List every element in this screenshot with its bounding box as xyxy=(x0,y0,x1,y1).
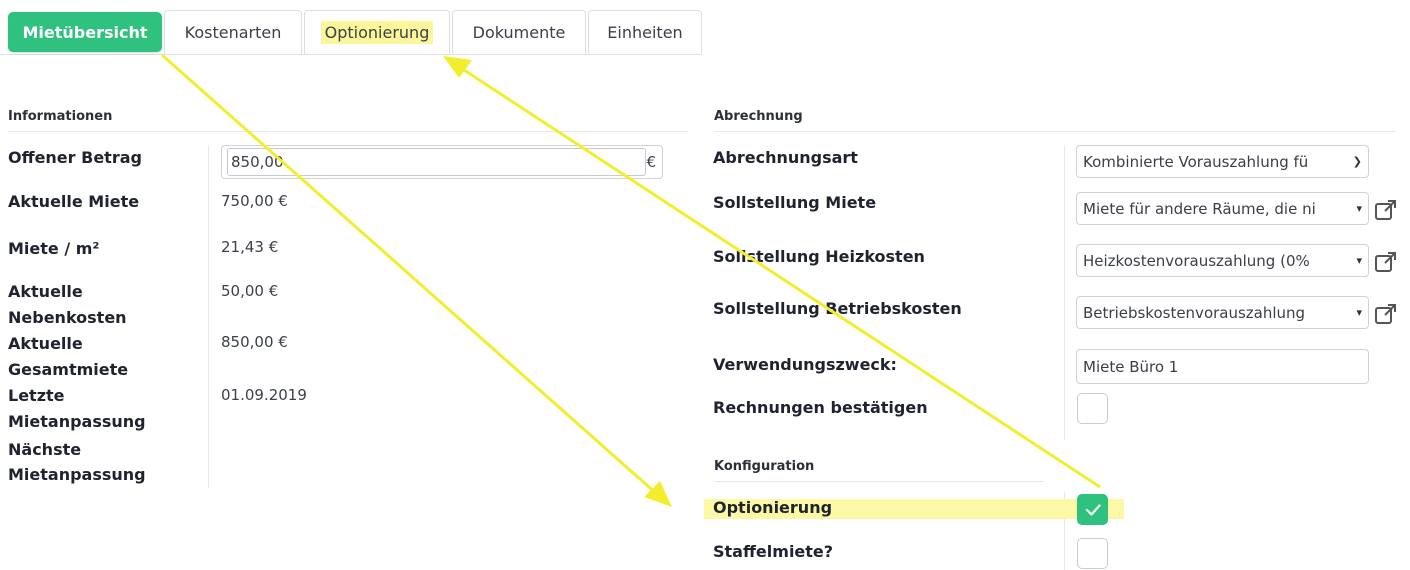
euro-suffix: € xyxy=(646,153,656,171)
chevron-down-icon: ▾ xyxy=(1356,254,1362,267)
label-nebenkosten-1: Aktuelle xyxy=(8,282,83,301)
offener-betrag-field[interactable]: 850,00 xyxy=(227,148,647,176)
sollstellung-miete-value: Miete für andere Räume, die ni xyxy=(1083,199,1316,218)
value-aktuelle-miete: 750,00 € xyxy=(221,192,288,210)
label-naechste-2: Mietanpassung xyxy=(8,465,146,484)
tab-label: Optionierung xyxy=(320,21,434,44)
section-divider xyxy=(8,131,688,132)
label-nebenkosten-2: Nebenkosten xyxy=(8,308,127,327)
optionierung-checkbox[interactable] xyxy=(1077,494,1108,525)
tab-label: Mietübersicht xyxy=(22,22,148,42)
section-divider xyxy=(714,131,1396,132)
label-sollstellung-heizkosten: Sollstellung Heizkosten xyxy=(713,247,925,266)
external-link-icon[interactable] xyxy=(1374,198,1398,222)
offener-betrag-value: 850,00 xyxy=(231,153,284,171)
sollstellung-heizkosten-select[interactable]: Heizkostenvorauszahlung (0% ▾ xyxy=(1076,244,1369,277)
label-miete-m2: Miete / m² xyxy=(8,239,100,258)
sollstellung-heizkosten-value: Heizkostenvorauszahlung (0% xyxy=(1083,251,1310,270)
abrechnungsart-value: Kombinierte Vorauszahlung fü xyxy=(1083,152,1309,171)
annotation-arrowhead xyxy=(644,481,672,507)
check-icon xyxy=(1085,503,1101,516)
external-link-icon[interactable] xyxy=(1374,302,1398,326)
annotation-arrow-line xyxy=(457,64,1101,489)
label-aktuelle-miete: Aktuelle Miete xyxy=(8,192,140,211)
external-link-icon[interactable] xyxy=(1374,250,1398,274)
column-divider xyxy=(1064,145,1065,440)
label-rechnungen-bestaetigen: Rechnungen bestätigen xyxy=(713,398,928,417)
value-nebenkosten: 50,00 € xyxy=(221,282,279,300)
column-divider xyxy=(208,145,209,488)
label-optionierung: Optionierung xyxy=(713,498,833,517)
label-naechste-1: Nächste xyxy=(8,440,82,459)
verwendungszweck-input[interactable]: Miete Büro 1 xyxy=(1076,349,1369,384)
tab-einheiten[interactable]: Einheiten xyxy=(588,10,702,54)
annotation-arrowhead xyxy=(443,56,472,78)
verwendungszweck-value: Miete Büro 1 xyxy=(1083,357,1179,376)
tab-kostenarten[interactable]: Kostenarten xyxy=(164,10,302,54)
tab-bar-baseline xyxy=(0,54,702,55)
label-gesamtmiete-2: Gesamtmiete xyxy=(8,360,129,379)
label-letzte-1: Letzte xyxy=(8,386,65,405)
sollstellung-miete-select[interactable]: Miete für andere Räume, die ni ▾ xyxy=(1076,192,1369,225)
chevron-down-icon: ▾ xyxy=(1356,306,1362,319)
label-abrechnungsart: Abrechnungsart xyxy=(713,148,858,167)
sollstellung-betriebskosten-select[interactable]: Betriebskostenvorauszahlung ▾ xyxy=(1076,296,1369,329)
value-gesamtmiete: 850,00 € xyxy=(221,333,288,351)
chevron-down-icon: ❯ xyxy=(1352,155,1362,168)
annotation-overlay xyxy=(161,53,1101,507)
tab-dokumente[interactable]: Dokumente xyxy=(452,10,586,54)
section-title-informationen: Informationen xyxy=(8,109,113,124)
tab-label: Kostenarten xyxy=(184,23,282,42)
label-sollstellung-betriebskosten: Sollstellung Betriebskosten xyxy=(713,299,962,318)
section-divider xyxy=(714,481,1044,482)
label-staffelmiete: Staffelmiete? xyxy=(713,542,834,561)
section-title-abrechnung: Abrechnung xyxy=(714,109,803,124)
abrechnungsart-select[interactable]: Kombinierte Vorauszahlung fü ❯ xyxy=(1076,145,1369,178)
label-letzte-2: Mietanpassung xyxy=(8,412,146,431)
annotation-arrow-line xyxy=(161,53,659,497)
label-gesamtmiete-1: Aktuelle xyxy=(8,334,83,353)
value-letzte-mietanpassung: 01.09.2019 xyxy=(221,386,307,404)
offener-betrag-input-group[interactable]: 850,00 € xyxy=(221,145,663,179)
value-miete-m2: 21,43 € xyxy=(221,238,279,256)
sollstellung-betriebskosten-value: Betriebskostenvorauszahlung xyxy=(1083,303,1306,322)
staffelmiete-checkbox[interactable] xyxy=(1077,538,1108,569)
chevron-down-icon: ▾ xyxy=(1356,202,1362,215)
label-sollstellung-miete: Sollstellung Miete xyxy=(713,193,877,212)
section-title-konfiguration: Konfiguration xyxy=(714,459,815,474)
tab-mietuebersicht[interactable]: Mietübersicht xyxy=(8,12,162,52)
tab-label: Dokumente xyxy=(472,23,566,42)
label-offener-betrag: Offener Betrag xyxy=(8,148,142,167)
rechnungen-bestaetigen-checkbox[interactable] xyxy=(1077,393,1108,424)
tab-optionierung[interactable]: Optionierung xyxy=(304,10,450,54)
tab-label: Einheiten xyxy=(607,23,683,42)
label-verwendungszweck: Verwendungszweck: xyxy=(713,355,897,374)
